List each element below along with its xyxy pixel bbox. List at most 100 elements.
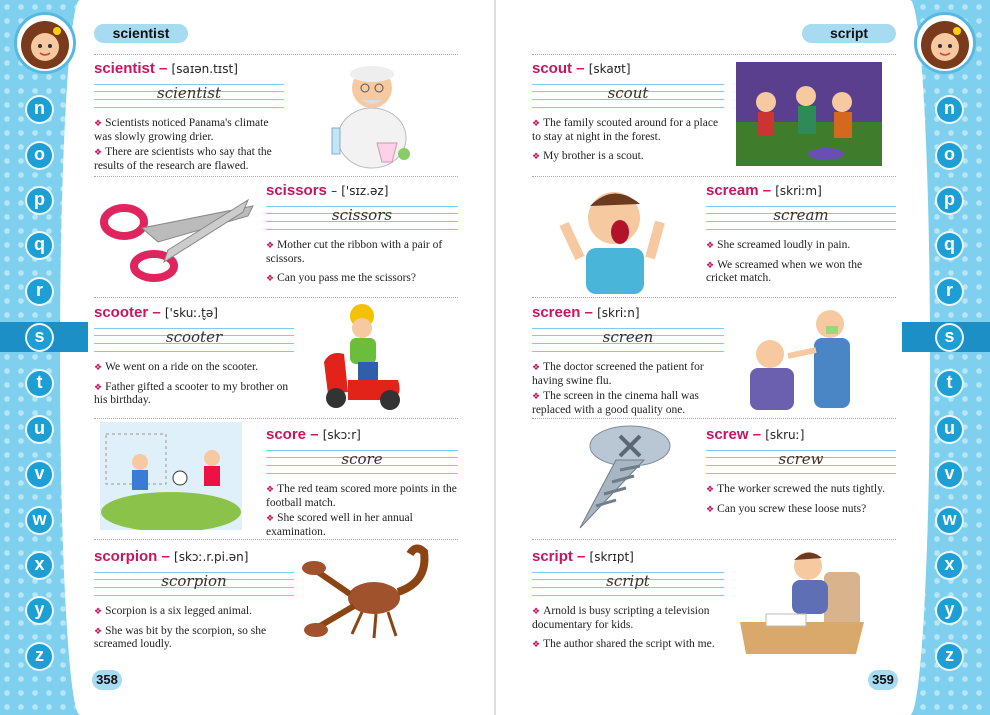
headword: scorpion [94, 548, 158, 565]
writer-illustration [736, 542, 878, 658]
alphabet-tab-right[interactable]: o [937, 143, 962, 168]
divider [532, 418, 896, 419]
alphabet-tab-left[interactable]: y [27, 598, 52, 623]
entry-scout: scout – [skaʊt] scout ❖ The family scoute… [532, 60, 724, 164]
alphabet-tab-left[interactable]: u [27, 417, 52, 442]
scissors-illustration [98, 186, 258, 286]
example-sentence: ❖ We went on a ride on the scooter. [94, 361, 259, 373]
example-sentence: ❖ She was bit by the scorpion, so she scr… [94, 624, 267, 651]
scout-family-illustration [736, 62, 882, 166]
example-sentence: ❖ The family scouted around for a place t… [532, 117, 719, 143]
headword: script [532, 548, 573, 565]
example-sentence: ❖ Mother cut the ribbon with a pair of sc… [266, 239, 443, 265]
entry-scooter: scooter – ['skuː.t̬ə] scooter ❖ We went o… [94, 304, 294, 408]
cursive-word: score [341, 450, 383, 468]
cursive-word: scissors [331, 206, 393, 224]
handwriting-lines: script [532, 569, 724, 599]
handwriting-lines: scooter [94, 325, 294, 355]
alphabet-tab-left[interactable]: z [27, 644, 52, 669]
cursive-word: scout [607, 84, 649, 102]
cursive-word: script [606, 572, 650, 590]
alphabet-tab-right[interactable]: s [937, 325, 962, 350]
alphabet-tab-left[interactable]: s [27, 325, 52, 350]
alphabet-tab-left[interactable]: o [27, 143, 52, 168]
alphabet-tab-left[interactable]: q [27, 233, 52, 258]
handwriting-lines: scorpion [94, 569, 294, 599]
alphabet-tab-right[interactable]: z [937, 644, 962, 669]
divider [94, 418, 458, 419]
handwriting-lines: screw [706, 447, 896, 477]
girl-mascot-avatar [914, 12, 976, 74]
handwriting-lines: scientist [94, 81, 284, 111]
cursive-word: scooter [165, 328, 223, 346]
alphabet-tab-right[interactable]: v [937, 462, 962, 487]
alphabet-tab-left[interactable]: r [27, 279, 52, 304]
girl-mascot-avatar [14, 12, 76, 74]
alphabet-tab-left[interactable]: n [27, 97, 52, 122]
example-sentence: ❖ Can you screw these loose nuts? [706, 502, 867, 515]
pronunciation: [skriːm] [775, 184, 822, 198]
alphabet-tab-right[interactable]: p [937, 188, 962, 213]
headword: scissors [266, 182, 327, 199]
divider [532, 539, 896, 540]
pronunciation: ['sɪz.əz] [341, 184, 389, 198]
cursive-word: scorpion [161, 572, 227, 590]
entry-screen: screen – [skriːn] screen ❖ The doctor scr… [532, 304, 724, 417]
example-sentence: ❖ Father gifted a scooter to my brother o… [94, 380, 289, 407]
alphabet-tab-left[interactable]: v [27, 462, 52, 487]
divider [94, 54, 458, 55]
example-sentence: ❖ Can you pass me the scissors? [266, 272, 417, 284]
handwriting-lines: scissors [266, 203, 458, 233]
example-sentence: ❖ Scientists noticed Panama's climate was… [94, 117, 269, 143]
example-sentence: ❖ The screen in the cinema hall was repla… [532, 390, 699, 416]
example-sentence: ❖ We screamed when we won the cricket mat… [706, 258, 863, 285]
doctor-patient-illustration [740, 300, 878, 412]
divider [94, 176, 458, 177]
headword: screw [706, 426, 749, 443]
entry-scissors: scissors – ['sɪz.əz] scissors ❖ Mother cu… [266, 182, 458, 286]
alphabet-tab-left[interactable]: x [27, 553, 52, 578]
handwriting-lines: scream [706, 203, 896, 233]
headword: scooter [94, 304, 149, 321]
pronunciation: [skriːn] [597, 306, 640, 320]
cursive-word: screw [778, 450, 824, 468]
alphabet-tab-right[interactable]: q [937, 233, 962, 258]
alphabet-tab-right[interactable]: w [937, 508, 962, 533]
page-number-right: 359 [868, 670, 898, 690]
entry-scientist: scientist – [saɪən.tɪst] scientist ❖ Scie… [94, 60, 284, 173]
alphabet-tab-right[interactable]: u [937, 417, 962, 442]
example-sentence: ❖ Arnold is busy scripting a television d… [532, 605, 710, 631]
cursive-word: screen [602, 328, 654, 346]
entry-scorpion: scorpion – [skɔː.r.pi.ən] scorpion ❖ Scor… [94, 548, 294, 652]
example-sentence: ❖ The red team scored more points in the … [266, 483, 457, 509]
handwriting-lines: score [266, 447, 458, 477]
scooter-illustration [318, 302, 408, 412]
entry-score: score – [skɔːr] score ❖ The red team scor… [266, 426, 458, 538]
divider [94, 297, 458, 298]
example-sentence: ❖ There are scientists who say that the r… [94, 146, 272, 172]
cursive-word: scream [773, 206, 829, 224]
alphabet-tab-right[interactable]: t [937, 371, 962, 396]
page-header-right: script [802, 24, 896, 43]
example-sentence: ❖ The worker screwed the nuts tightly. [706, 483, 885, 495]
alphabet-tab-right[interactable]: y [937, 598, 962, 623]
page-number-left: 358 [92, 670, 122, 690]
example-sentence: ❖ Scorpion is a six legged animal. [94, 605, 252, 617]
alphabet-tab-right[interactable]: r [937, 279, 962, 304]
alphabet-tab-left[interactable]: t [27, 371, 52, 396]
cursive-word: scientist [157, 84, 221, 102]
headword: scout [532, 60, 573, 77]
alphabet-tab-left[interactable]: w [27, 508, 52, 533]
headword: scientist [94, 60, 155, 77]
alphabet-tab-left[interactable]: p [27, 188, 52, 213]
entry-screw: screw – [skruː] screw ❖ The worker screwe… [706, 426, 896, 516]
alphabet-tab-right[interactable]: x [937, 553, 962, 578]
handwriting-lines: screen [532, 325, 724, 355]
example-sentence: ❖ She scored well in her annual examinati… [266, 512, 413, 538]
example-sentence: ❖ The author shared the script with me. [532, 638, 715, 650]
headword: scream [706, 182, 759, 199]
screaming-boy-illustration [550, 178, 680, 296]
pronunciation: [skɔːr] [322, 428, 361, 442]
alphabet-tab-right[interactable]: n [937, 97, 962, 122]
screw-illustration [560, 420, 676, 534]
